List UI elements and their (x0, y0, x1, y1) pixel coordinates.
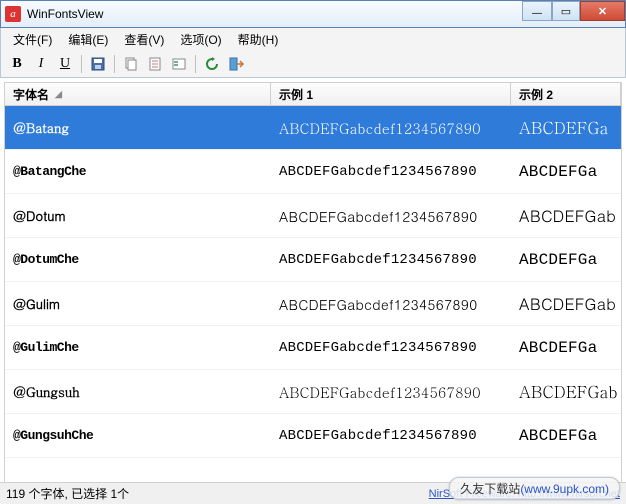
watermark: 久友下载站(www.9upk.com) (449, 477, 620, 500)
menu-edit[interactable]: 编辑(E) (60, 29, 116, 50)
sample2-cell: ABCDEFGab (511, 380, 621, 403)
sample1-cell: ABCDEFGabcdef1234567890 (271, 164, 511, 180)
exit-icon[interactable] (226, 54, 246, 74)
app-icon: a (5, 6, 21, 22)
refresh-icon[interactable] (202, 54, 222, 74)
watermark-url: (www.9upk.com) (520, 482, 609, 496)
sample1-cell: ABCDEFGabcdef1234567890 (271, 252, 511, 268)
sample1-cell: ABCDEFGabcdef1234567890 (271, 118, 511, 138)
font-name-cell: @DotumChe (5, 252, 271, 267)
toolbar-separator (195, 55, 196, 73)
column-header-sample1[interactable]: 示例 1 (271, 83, 511, 105)
table-row[interactable]: @GungsuhChe ABCDEFGabcdef1234567890 ABCD… (5, 414, 621, 458)
sample2-cell: ABCDEFGa (511, 427, 621, 445)
sample2-cell: ABCDEFGa (511, 251, 621, 269)
copy-icon[interactable] (121, 54, 141, 74)
font-name-cell: @Dotum (5, 206, 271, 225)
column-header-row: 字体名 ◢ 示例 1 示例 2 (4, 82, 622, 106)
sample1-cell: ABCDEFGabcdef1234567890 (271, 206, 511, 226)
table-row[interactable]: @DotumChe ABCDEFGabcdef1234567890 ABCDEF… (5, 238, 621, 282)
watermark-text: 久友下载站 (460, 482, 520, 496)
menu-file[interactable]: 文件(F) (5, 29, 60, 50)
properties-icon[interactable] (145, 54, 165, 74)
table-row[interactable]: @BatangChe ABCDEFGabcdef1234567890 ABCDE… (5, 150, 621, 194)
title-bar: a WinFontsView (0, 0, 626, 28)
sample1-cell: ABCDEFGabcdef1234567890 (271, 382, 511, 402)
menu-help[interactable]: 帮助(H) (230, 29, 287, 50)
table-row[interactable]: @Gulim ABCDEFGabcdef1234567890 ABCDEFGab (5, 282, 621, 326)
sample2-cell: ABCDEFGab (511, 292, 621, 315)
font-name-cell: @Gungsuh (5, 382, 271, 401)
window-title: WinFontsView (27, 7, 103, 21)
toolbar-separator (114, 55, 115, 73)
font-name-cell: @BatangChe (5, 164, 271, 179)
menu-view[interactable]: 查看(V) (116, 29, 172, 50)
table-row[interactable]: @Batang ABCDEFGabcdef1234567890 ABCDEFGa (5, 106, 621, 150)
font-name-cell: @GulimChe (5, 340, 271, 355)
window-controls (522, 1, 625, 21)
sample1-cell: ABCDEFGabcdef1234567890 (271, 294, 511, 314)
sample2-cell: ABCDEFGa (511, 116, 621, 139)
underline-button[interactable]: U (55, 54, 75, 74)
column-header-fontname[interactable]: 字体名 ◢ (5, 83, 271, 105)
font-list[interactable]: @Batang ABCDEFGabcdef1234567890 ABCDEFGa… (4, 106, 622, 482)
table-row[interactable]: @Gungsuh ABCDEFGabcdef1234567890 ABCDEFG… (5, 370, 621, 414)
table-row[interactable]: @GulimChe ABCDEFGabcdef1234567890 ABCDEF… (5, 326, 621, 370)
column-header-label: 示例 1 (279, 86, 313, 103)
column-header-label: 示例 2 (519, 86, 553, 103)
font-name-cell: @Gulim (5, 294, 271, 313)
maximize-button[interactable] (552, 1, 580, 21)
font-name-cell: @GungsuhChe (5, 428, 271, 443)
column-header-label: 字体名 (13, 86, 49, 103)
sample1-cell: ABCDEFGabcdef1234567890 (271, 340, 511, 356)
table-row[interactable]: @Dotum ABCDEFGabcdef1234567890 ABCDEFGab (5, 194, 621, 238)
column-header-sample2[interactable]: 示例 2 (511, 83, 621, 105)
sample2-cell: ABCDEFGab (511, 204, 621, 227)
save-icon[interactable] (88, 54, 108, 74)
toolbar: B I U (0, 50, 626, 78)
minimize-button[interactable] (522, 1, 552, 21)
italic-button[interactable]: I (31, 54, 51, 74)
sort-indicator-icon: ◢ (55, 89, 62, 100)
sample2-cell: ABCDEFGa (511, 339, 621, 357)
sample2-cell: ABCDEFGa (511, 163, 621, 181)
bold-button[interactable]: B (7, 54, 27, 74)
font-name-cell: @Batang (5, 118, 271, 137)
toolbar-separator (81, 55, 82, 73)
status-text: 119 个字体, 已选择 1个 (6, 485, 129, 502)
close-button[interactable] (580, 1, 625, 21)
sample1-cell: ABCDEFGabcdef1234567890 (271, 428, 511, 444)
menu-bar: 文件(F) 编辑(E) 查看(V) 选项(O) 帮助(H) (0, 28, 626, 50)
options-icon[interactable] (169, 54, 189, 74)
menu-options[interactable]: 选项(O) (172, 29, 229, 50)
